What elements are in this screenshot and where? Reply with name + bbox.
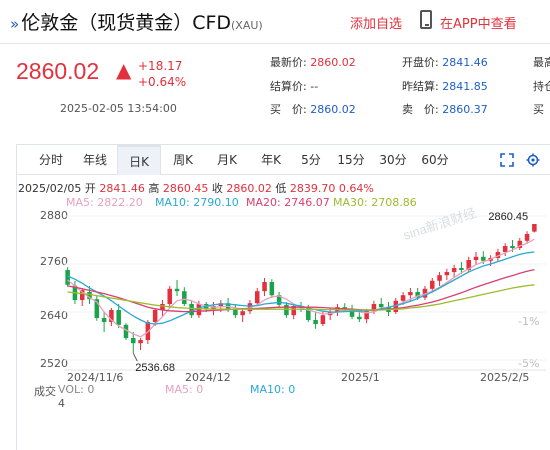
candle-body: [174, 288, 180, 292]
candle-body: [473, 256, 479, 260]
candle-body: [357, 316, 362, 320]
candle-body: [430, 280, 435, 289]
candle-body: [182, 291, 187, 304]
candle-body: [196, 304, 202, 316]
candle-body: [240, 311, 245, 316]
candle-body: [254, 291, 260, 304]
candle-body: [189, 304, 194, 316]
candle-body: [532, 224, 537, 232]
low-annotation: 2536.68: [135, 362, 175, 374]
ma-line-ma5: [67, 238, 535, 338]
candle-body: [378, 304, 384, 308]
candle-body: [408, 292, 413, 296]
ma-line-ma10: [67, 251, 535, 325]
candlestick-chart[interactable]: sina新浪财经 2860.45 2536.68: [0, 0, 550, 450]
candle-body: [269, 282, 275, 296]
candle-body: [320, 315, 326, 324]
candle-body: [131, 338, 136, 344]
candle-body: [167, 288, 172, 304]
candle-body: [152, 310, 158, 322]
candle-body: [284, 304, 289, 316]
candle-body: [101, 318, 107, 322]
candle-body: [444, 272, 450, 276]
candle-body: [451, 268, 457, 272]
candle-body: [510, 246, 515, 248]
candle-body: [459, 268, 464, 270]
watermark: sina新浪财经: [401, 205, 478, 243]
candle-body: [262, 282, 267, 292]
candle-body: [138, 340, 143, 344]
candle-body: [116, 310, 121, 325]
high-annotation: 2860.45: [488, 211, 528, 223]
candle-body: [400, 295, 406, 301]
candle-body: [437, 275, 442, 281]
candle-body: [313, 320, 318, 324]
candle-body: [524, 234, 530, 241]
candle-body: [481, 256, 486, 261]
candle-body: [502, 246, 508, 252]
